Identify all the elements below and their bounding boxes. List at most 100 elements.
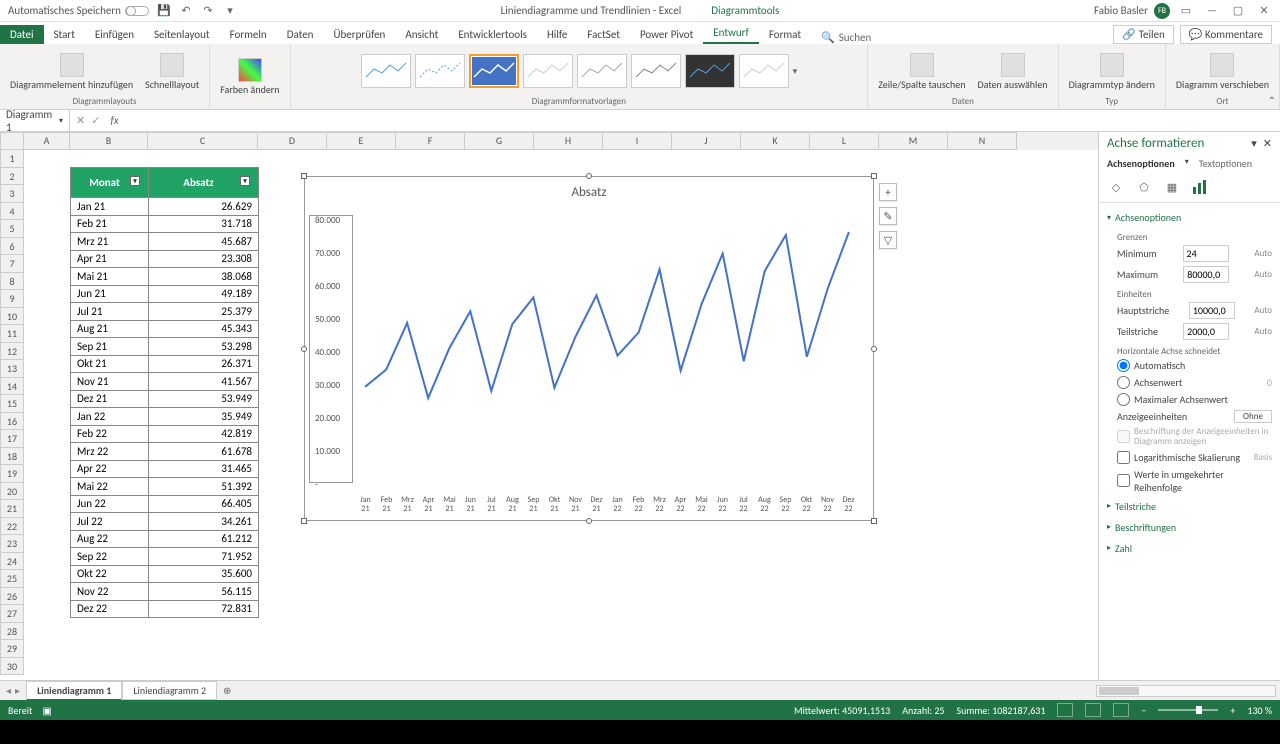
pane-options-icon[interactable]: ▾	[1251, 137, 1257, 150]
check-reverse-order[interactable]	[1117, 474, 1130, 487]
table-row[interactable]: Dez 2153.949	[71, 390, 259, 408]
resize-handle[interactable]	[301, 173, 307, 179]
zoom-level[interactable]: 130 %	[1247, 704, 1272, 717]
row-header[interactable]: 24	[0, 553, 24, 571]
col-header[interactable]: D	[258, 132, 327, 150]
row-header[interactable]: 25	[0, 570, 24, 588]
row-header[interactable]: 1	[0, 150, 24, 168]
user-avatar[interactable]: FB	[1154, 3, 1170, 19]
tab-start[interactable]: Start	[44, 25, 85, 44]
name-box[interactable]: Diagramm 1▾	[0, 108, 70, 134]
change-colors-button[interactable]: Farben ändern	[216, 56, 283, 97]
col-header[interactable]: L	[810, 132, 879, 150]
pane-tab-text-options[interactable]: Textoptionen	[1199, 157, 1252, 170]
row-header[interactable]: 23	[0, 535, 24, 553]
tab-formeln[interactable]: Formeln	[220, 25, 277, 44]
close-icon[interactable]: ✕	[1254, 1, 1274, 21]
zoom-out-icon[interactable]: −	[1141, 704, 1146, 717]
minimum-input[interactable]	[1183, 245, 1229, 262]
table-row[interactable]: Mrz 2261.678	[71, 443, 259, 461]
row-header[interactable]: 11	[0, 325, 24, 343]
table-row[interactable]: Jan 2235.949	[71, 408, 259, 426]
section-labels[interactable]: Beschriftungen	[1107, 517, 1272, 538]
autosave-toggle[interactable]: Automatisches Speichern	[8, 4, 149, 17]
row-header[interactable]: 14	[0, 378, 24, 396]
table-row[interactable]: Jun 2149.189	[71, 285, 259, 303]
table-row[interactable]: Apr 2123.308	[71, 250, 259, 268]
section-tick-marks[interactable]: Teilstriche	[1107, 496, 1272, 517]
chart-style-5[interactable]	[577, 54, 627, 88]
chart-style-1[interactable]	[361, 54, 411, 88]
chart-style-6[interactable]	[631, 54, 681, 88]
row-header[interactable]: 12	[0, 343, 24, 361]
chart-style-4[interactable]	[523, 54, 573, 88]
chart-plot-area[interactable]	[355, 208, 859, 476]
row-header[interactable]: 6	[0, 238, 24, 256]
row-header[interactable]: 30	[0, 658, 24, 676]
zoom-slider[interactable]	[1158, 709, 1218, 711]
table-row[interactable]: Jul 2234.261	[71, 513, 259, 531]
row-header[interactable]: 15	[0, 395, 24, 413]
col-header[interactable]: I	[603, 132, 672, 150]
table-row[interactable]: Jul 2125.379	[71, 303, 259, 321]
section-number[interactable]: Zahl	[1107, 538, 1272, 559]
view-page-layout-icon[interactable]	[1085, 703, 1101, 717]
row-header[interactable]: 8	[0, 273, 24, 291]
row-header[interactable]: 26	[0, 588, 24, 606]
chart-style-2[interactable]	[415, 54, 465, 88]
resize-handle[interactable]	[586, 173, 592, 179]
effects-icon[interactable]: ⬠	[1135, 178, 1153, 196]
row-header[interactable]: 27	[0, 605, 24, 623]
macro-record-icon[interactable]: ▣	[42, 704, 51, 717]
row-header[interactable]: 29	[0, 640, 24, 658]
col-header[interactable]: M	[879, 132, 948, 150]
cancel-formula-icon[interactable]: ✕	[76, 114, 85, 127]
col-header[interactable]: N	[948, 132, 1017, 150]
table-row[interactable]: Okt 2126.371	[71, 355, 259, 373]
filter-icon[interactable]: ▾	[240, 176, 250, 186]
table-row[interactable]: Nov 2141.567	[71, 373, 259, 391]
tab-entwurf[interactable]: Entwurf	[703, 23, 759, 44]
row-header[interactable]: 19	[0, 465, 24, 483]
maximize-icon[interactable]: ▢	[1228, 1, 1248, 21]
row-header[interactable]: 16	[0, 413, 24, 431]
tab-file[interactable]: Datei	[0, 25, 44, 44]
table-row[interactable]: Mai 2251.392	[71, 478, 259, 496]
table-row[interactable]: Sep 2153.298	[71, 338, 259, 356]
major-unit-input[interactable]	[1189, 302, 1235, 319]
select-data-button[interactable]: Daten auswählen	[973, 51, 1051, 92]
col-header[interactable]: B	[70, 132, 148, 150]
col-header[interactable]: G	[465, 132, 534, 150]
row-header[interactable]: 3	[0, 185, 24, 203]
col-header[interactable]: A	[24, 132, 70, 150]
col-header[interactable]: E	[327, 132, 396, 150]
row-header[interactable]: 21	[0, 500, 24, 518]
chart-filter-icon[interactable]: ▽	[879, 231, 897, 249]
row-header[interactable]: 13	[0, 360, 24, 378]
table-row[interactable]: Aug 2261.212	[71, 530, 259, 548]
tab-daten[interactable]: Daten	[277, 25, 324, 44]
row-header[interactable]: 4	[0, 203, 24, 221]
row-header[interactable]: 20	[0, 483, 24, 501]
undo-icon[interactable]: ↶	[179, 4, 193, 18]
horizontal-scrollbar[interactable]	[1096, 685, 1276, 697]
chevron-down-icon[interactable]: ▾	[59, 116, 63, 126]
fill-line-icon[interactable]: ◇	[1107, 178, 1125, 196]
tab-seitenlayout[interactable]: Seitenlayout	[144, 25, 220, 44]
check-log-scale[interactable]	[1117, 451, 1130, 464]
view-page-break-icon[interactable]	[1113, 703, 1129, 717]
resize-handle[interactable]	[586, 518, 592, 524]
sheet-tab-2[interactable]: Liniendiagramm 2	[122, 681, 217, 700]
table-row[interactable]: Nov 2256.115	[71, 583, 259, 601]
data-table[interactable]: Monat▾Absatz▾ Jan 2126.629Feb 2131.718Mr…	[70, 167, 259, 618]
chart-title[interactable]: Absatz	[305, 177, 873, 204]
add-sheet-icon[interactable]: ⊕	[217, 684, 237, 697]
size-props-icon[interactable]: ▦	[1163, 178, 1181, 196]
tab-format[interactable]: Format	[759, 25, 811, 44]
row-header[interactable]: 10	[0, 308, 24, 326]
row-header[interactable]: 7	[0, 255, 24, 273]
table-row[interactable]: Dez 2272.831	[71, 600, 259, 618]
worksheet-area[interactable]: A B C D E F G H I J K L M N 123456789101…	[0, 132, 1098, 680]
row-header[interactable]: 18	[0, 448, 24, 466]
tab-ueberpruefen[interactable]: Überprüfen	[323, 25, 395, 44]
